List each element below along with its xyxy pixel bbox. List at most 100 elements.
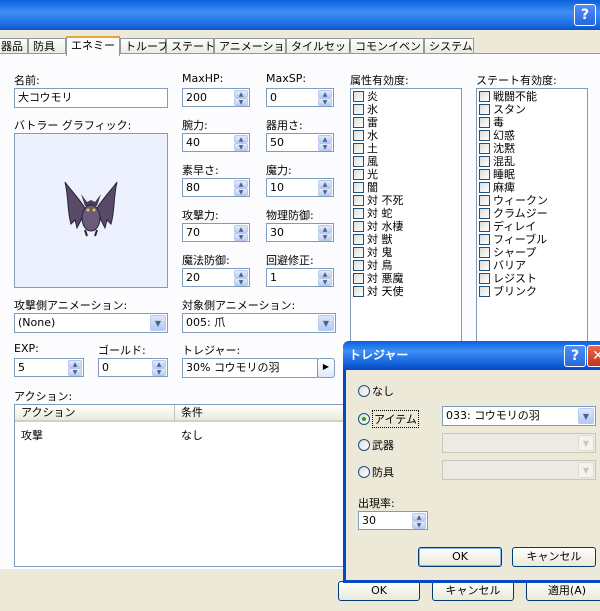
state-item[interactable]: ブリンク	[477, 285, 587, 298]
eva-stepper[interactable]: 1 ▲ ▼	[266, 268, 334, 287]
checkbox-icon[interactable]	[353, 260, 364, 271]
treasure-edit-button[interactable]: ▶	[317, 358, 335, 378]
checkbox-icon[interactable]	[353, 169, 364, 180]
spin-down-icon[interactable]: ▼	[68, 368, 82, 376]
radio-icon[interactable]	[358, 439, 370, 451]
checkbox-icon[interactable]	[353, 91, 364, 102]
radio-armor[interactable]: 防具	[358, 464, 394, 480]
element-item[interactable]: 対 天使	[351, 285, 461, 298]
element-item[interactable]: 対 獣	[351, 233, 461, 246]
apply-button[interactable]: 適用(A)	[526, 581, 600, 601]
dialog-ok-button[interactable]: OK	[418, 547, 502, 567]
state-item[interactable]: 麻痺	[477, 181, 587, 194]
checkbox-icon[interactable]	[353, 130, 364, 141]
col-header-action[interactable]: アクション	[15, 405, 175, 422]
checkbox-icon[interactable]	[353, 234, 364, 245]
checkbox-icon[interactable]	[353, 221, 364, 232]
checkbox-icon[interactable]	[479, 234, 490, 245]
spin-down-icon[interactable]: ▼	[318, 233, 332, 241]
ok-button[interactable]: OK	[338, 581, 420, 601]
element-item[interactable]: 対 水棲	[351, 220, 461, 233]
radio-selected-icon[interactable]	[358, 413, 370, 425]
maxsp-value[interactable]: 0	[266, 88, 317, 107]
spin-down-icon[interactable]: ▼	[234, 188, 248, 196]
spin-up-icon[interactable]: ▲	[318, 90, 332, 98]
state-item[interactable]: シャープ	[477, 246, 587, 259]
chevron-down-icon[interactable]: ▼	[578, 435, 594, 451]
spin-up-icon[interactable]: ▲	[234, 225, 248, 233]
agi-value[interactable]: 80	[182, 178, 233, 197]
atk-value[interactable]: 70	[182, 223, 233, 242]
checkbox-icon[interactable]	[353, 117, 364, 128]
checkbox-icon[interactable]	[353, 143, 364, 154]
element-item[interactable]: 闇	[351, 181, 461, 194]
state-item[interactable]: レジスト	[477, 272, 587, 285]
checkbox-icon[interactable]	[479, 117, 490, 128]
element-item[interactable]: 対 蛇	[351, 207, 461, 220]
checkbox-icon[interactable]	[479, 182, 490, 193]
element-item[interactable]: 対 鳥	[351, 259, 461, 272]
spin-up-icon[interactable]: ▲	[318, 135, 332, 143]
chevron-down-icon[interactable]: ▼	[578, 408, 594, 424]
armor-select[interactable]: ▼	[442, 460, 596, 480]
mdef-value[interactable]: 20	[182, 268, 233, 287]
spin-up-icon[interactable]: ▲	[318, 270, 332, 278]
state-item[interactable]: ディレイ	[477, 220, 587, 233]
attack-animation-select[interactable]: (None) ▼	[14, 313, 168, 333]
checkbox-icon[interactable]	[479, 143, 490, 154]
spin-up-icon[interactable]: ▲	[68, 360, 82, 368]
dex-stepper[interactable]: 50 ▲ ▼	[266, 133, 334, 152]
battler-graphic[interactable]	[14, 133, 168, 288]
state-item[interactable]: 混乱	[477, 155, 587, 168]
maxhp-value[interactable]: 200	[182, 88, 233, 107]
int-stepper[interactable]: 10 ▲ ▼	[266, 178, 334, 197]
checkbox-icon[interactable]	[479, 247, 490, 258]
checkbox-icon[interactable]	[479, 169, 490, 180]
actions-list[interactable]: アクション 条件 攻撃 なし	[14, 404, 354, 567]
spin-up-icon[interactable]: ▲	[234, 135, 248, 143]
element-item[interactable]: 対 不死	[351, 194, 461, 207]
checkbox-icon[interactable]	[353, 247, 364, 258]
spin-up-icon[interactable]: ▲	[234, 180, 248, 188]
spin-down-icon[interactable]: ▼	[234, 278, 248, 286]
checkbox-icon[interactable]	[479, 91, 490, 102]
gold-stepper[interactable]: 0 ▲ ▼	[98, 358, 168, 377]
chevron-down-icon[interactable]: ▼	[150, 315, 166, 331]
chevron-down-icon[interactable]: ▼	[318, 315, 334, 331]
checkbox-icon[interactable]	[479, 260, 490, 271]
element-item[interactable]: 炎	[351, 90, 461, 103]
cancel-button[interactable]: キャンセル	[432, 581, 514, 601]
checkbox-icon[interactable]	[353, 286, 364, 297]
checkbox-icon[interactable]	[353, 273, 364, 284]
state-item[interactable]: 戦闘不能	[477, 90, 587, 103]
chevron-down-icon[interactable]: ▼	[578, 462, 594, 478]
spin-down-icon[interactable]: ▼	[318, 188, 332, 196]
exp-value[interactable]: 5	[14, 358, 67, 377]
radio-none[interactable]: なし	[358, 383, 394, 399]
pdef-stepper[interactable]: 30 ▲ ▼	[266, 223, 334, 242]
dialog-cancel-button[interactable]: キャンセル	[512, 547, 596, 567]
spin-down-icon[interactable]: ▼	[412, 521, 426, 529]
dialog-close-icon[interactable]: ✕	[587, 345, 600, 367]
spin-up-icon[interactable]: ▲	[234, 90, 248, 98]
dex-value[interactable]: 50	[266, 133, 317, 152]
col-header-condition[interactable]: 条件	[175, 405, 353, 422]
int-value[interactable]: 10	[266, 178, 317, 197]
element-item[interactable]: 氷	[351, 103, 461, 116]
spin-up-icon[interactable]: ▲	[318, 225, 332, 233]
spin-down-icon[interactable]: ▼	[234, 143, 248, 151]
state-item[interactable]: フィーブル	[477, 233, 587, 246]
maxhp-stepper[interactable]: 200 ▲ ▼	[182, 88, 250, 107]
checkbox-icon[interactable]	[479, 273, 490, 284]
treasure-field[interactable]: 30% コウモリの羽	[182, 358, 318, 378]
dialog-help-button[interactable]: ?	[564, 345, 586, 367]
str-stepper[interactable]: 40 ▲ ▼	[182, 133, 250, 152]
spin-down-icon[interactable]: ▼	[318, 98, 332, 106]
element-item[interactable]: 土	[351, 142, 461, 155]
item-select[interactable]: 033: コウモリの羽 ▼	[442, 406, 596, 426]
checkbox-icon[interactable]	[353, 182, 364, 193]
checkbox-icon[interactable]	[479, 221, 490, 232]
checkbox-icon[interactable]	[479, 104, 490, 115]
rate-value[interactable]: 30	[358, 511, 411, 530]
eva-value[interactable]: 1	[266, 268, 317, 287]
